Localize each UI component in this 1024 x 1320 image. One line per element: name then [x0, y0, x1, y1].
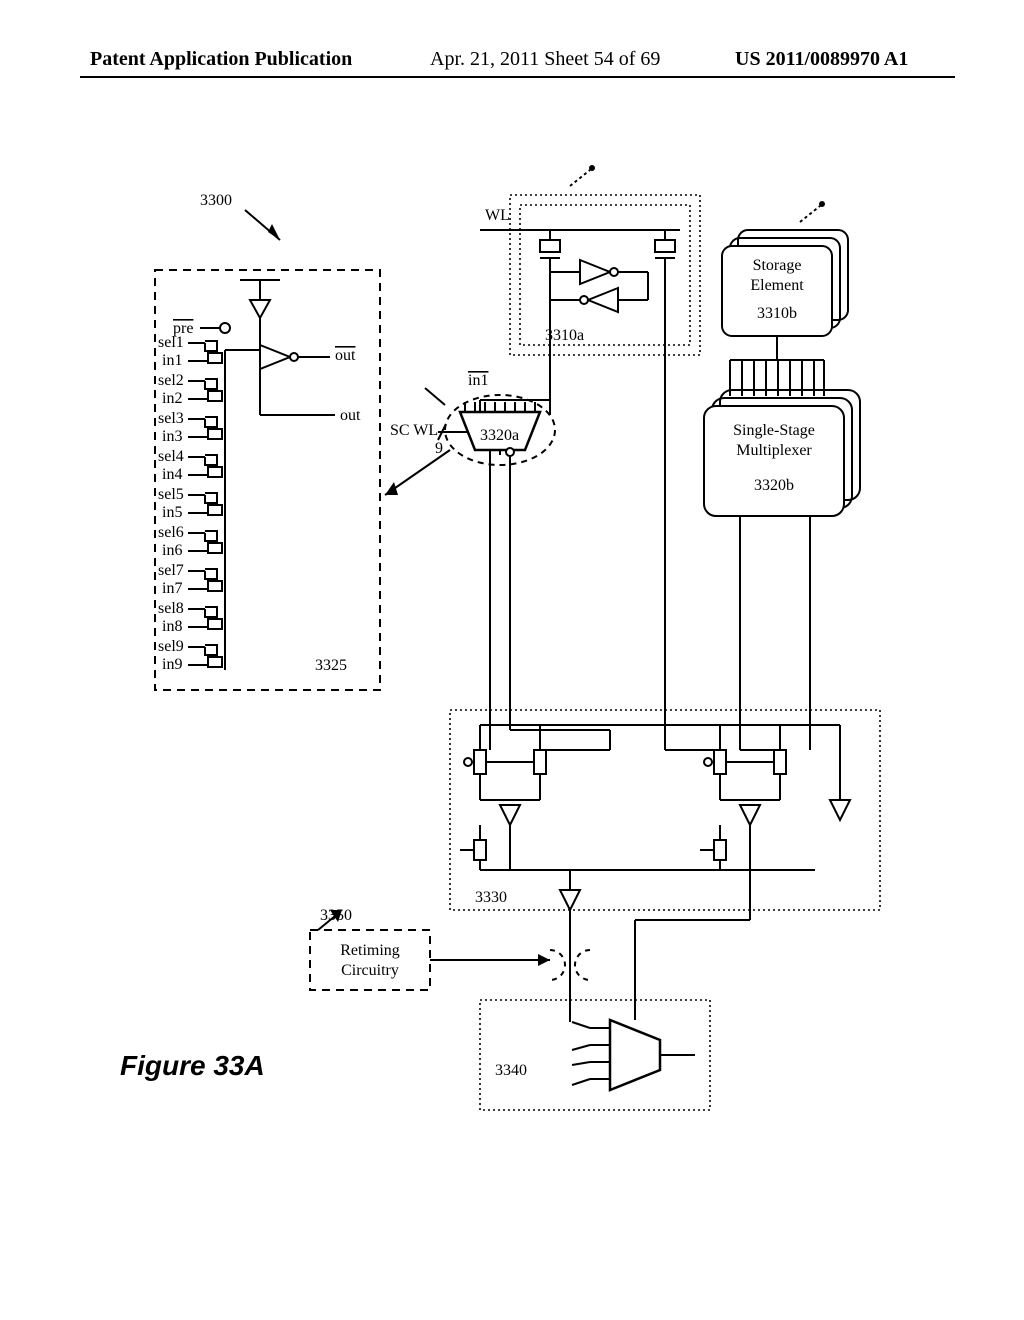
storage-element-3310a: WL: [480, 165, 700, 750]
sel3-label: sel3: [158, 410, 184, 427]
header-middle: Apr. 21, 2011 Sheet 54 of 69: [430, 48, 660, 71]
mux-detail-3325: sel1 in1 sel2 in2: [155, 270, 380, 690]
ref-3330-label: 3330: [475, 889, 507, 906]
signal-out: out: [340, 407, 361, 424]
in8-label: in8: [162, 618, 182, 635]
sel9-label: sel9: [158, 638, 184, 655]
bottom-3340: 3340: [480, 870, 750, 1110]
in2-label: in2: [162, 390, 182, 407]
ref-3340-label: 3340: [495, 1062, 527, 1079]
ssmux-b-line1: Single-Stage: [733, 422, 815, 439]
sel8-label: sel8: [158, 600, 184, 617]
in4-label: in4: [162, 466, 182, 483]
figure-label: Figure 33A: [120, 1050, 265, 1082]
ssmux-3320b: Single-Stage Multiplexer 3320b: [704, 378, 860, 750]
ref-3320a-label: 3320a: [480, 427, 519, 444]
figure-area: 3300 WL: [80, 150, 955, 1150]
sel4-label: sel4: [158, 448, 184, 465]
signal-sc-wl: SC WL: [390, 422, 438, 439]
storage-b-line1: Storage: [753, 257, 802, 274]
in1-label: in1: [162, 352, 182, 369]
ref-3310b-label: 3310b: [757, 305, 797, 322]
header-rule: [80, 76, 955, 78]
retiming-line2: Circuitry: [341, 962, 399, 979]
sel5-label: sel5: [158, 486, 184, 503]
storage-b-line2: Element: [750, 277, 804, 294]
retiming-3350: Retiming Circuitry 3350: [310, 907, 590, 1000]
sel6-label: sel6: [158, 524, 184, 541]
ref-3300: 3300: [200, 192, 280, 240]
ssmux-b-line2: Multiplexer: [736, 442, 812, 459]
in3-label: in3: [162, 428, 182, 445]
ref-3300-label: 3300: [200, 192, 232, 209]
in7-label: in7: [162, 580, 182, 597]
retiming-line1: Retiming: [340, 942, 400, 959]
ssmux-3320a: 3320a in1 SC WL 9: [385, 360, 610, 750]
bus-width-9: 9: [435, 440, 443, 457]
ref-3325-label: 3325: [315, 657, 347, 674]
figure-svg: 3300 WL: [80, 150, 955, 1150]
ref-3320b-label: 3320b: [754, 477, 794, 494]
header-right: US 2011/0089970 A1: [735, 48, 908, 71]
page: Patent Application Publication Apr. 21, …: [0, 0, 1024, 1320]
in9-label: in9: [162, 656, 182, 673]
signal-out-bar: out: [335, 347, 356, 364]
signal-wl: WL: [485, 207, 510, 224]
header-left: Patent Application Publication: [90, 48, 352, 71]
signal-pre-bar: pre: [173, 320, 193, 337]
storage-element-3310b: Storage Element 3310b: [722, 201, 848, 378]
in6-label: in6: [162, 542, 182, 559]
sel2-label: sel2: [158, 372, 184, 389]
in5-label: in5: [162, 504, 182, 521]
sel7-label: sel7: [158, 562, 184, 579]
signal-in1-bar: in1: [468, 372, 488, 389]
